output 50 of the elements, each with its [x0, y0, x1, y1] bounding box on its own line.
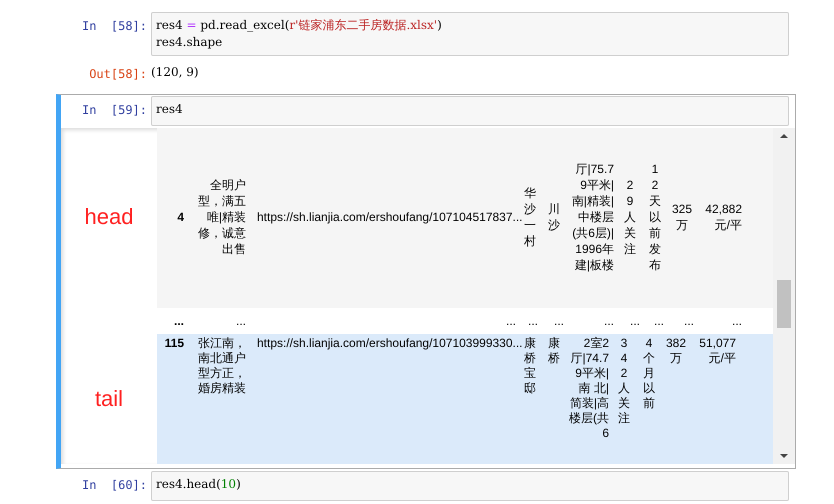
- scrollbar[interactable]: [773, 128, 795, 464]
- code-input[interactable]: res4.head(10): [151, 471, 789, 501]
- code-line: res4.head(10): [156, 476, 242, 493]
- table-cell-text: ...: [526, 313, 538, 329]
- table-cell: 康桥宝邸: [524, 336, 536, 396]
- code-input[interactable]: res4: [151, 96, 789, 126]
- table-cell: 4个月以前: [643, 336, 655, 411]
- table-cell: ...: [604, 313, 614, 329]
- table-cell: 2室2厅|74.79平米|南 北|简装|高楼层(共6: [569, 336, 609, 441]
- output-text: (120, 9): [151, 64, 199, 79]
- table-cell-text: 325万: [670, 201, 694, 233]
- table-cell: ...: [684, 313, 694, 329]
- row-group-label: head: [84, 204, 134, 230]
- table-cell: 川沙: [548, 201, 560, 233]
- table-cell: 康桥: [548, 336, 560, 366]
- table-cell-text: ...: [552, 313, 564, 329]
- table-cell-text: 51,077元/平: [698, 336, 736, 366]
- table-cell-text: 张江南，南北通户型方正，婚房精装: [197, 336, 246, 396]
- table-cell: 342人关注: [618, 336, 630, 426]
- table-cell: https://sh.lianjia.com/ershoufang/107104517837...: [257, 210, 523, 224]
- notebook-cell[interactable]: In [58]: res4 = pd.read_excel(r'链家浦东二手房数据.xlsx') res4.shape Out[58]: (120, 9): [56, 10, 796, 88]
- row-index: 115: [164, 336, 184, 350]
- table-cell-text: ...: [628, 313, 640, 329]
- scroll-down-icon[interactable]: [779, 452, 789, 460]
- table-cell: 29人关注: [624, 177, 636, 257]
- table-cell-text: 厅|75.79平米|南|精装|中楼层(共6层)|1996年建|板楼: [570, 161, 614, 273]
- table-cell-text: 42,882元/平: [704, 201, 742, 233]
- input-prompt: In [60]:: [82, 478, 147, 492]
- table-cell: ...: [506, 314, 516, 328]
- row-group-label: tail: [94, 386, 124, 412]
- code-line: res4 = pd.read_excel(r'链家浦东二手房数据.xlsx'): [156, 17, 443, 34]
- table-cell-text: 382万: [664, 336, 688, 366]
- notebook-cell[interactable]: In [60]: res4.head(10): [56, 469, 796, 504]
- table-cell: 华沙一村: [524, 185, 536, 249]
- table-cell: https://sh.lianjia.com/ershoufang/107103999330...: [257, 336, 523, 350]
- code-line: res4: [156, 101, 184, 118]
- input-prompt: In [58]:: [82, 19, 147, 33]
- code-input[interactable]: res4 = pd.read_excel(r'链家浦东二手房数据.xlsx') res4.shape: [151, 12, 789, 56]
- output-prompt: Out[58]:: [89, 67, 147, 81]
- table-cell: 12天以前发布: [649, 161, 661, 273]
- table-cell: ...: [732, 313, 742, 329]
- scroll-up-icon[interactable]: [779, 132, 789, 140]
- table-cell-text: 全明户型，满五唯|精装修，诚意出售: [197, 177, 246, 257]
- row-index: 4: [177, 210, 184, 224]
- input-prompt: In [59]:: [82, 103, 147, 117]
- table-cell-text: ...: [652, 313, 664, 329]
- code-line: res4.shape: [156, 34, 224, 51]
- scrollbar-thumb[interactable]: [777, 280, 791, 328]
- table-cell: ...: [236, 313, 246, 329]
- row-index: ...: [174, 314, 184, 328]
